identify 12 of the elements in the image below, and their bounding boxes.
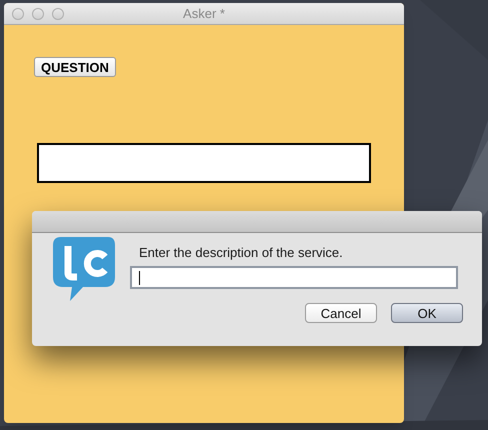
- answer-field[interactable]: [37, 143, 371, 183]
- window-control-icon[interactable]: [32, 8, 44, 20]
- window-control-icon[interactable]: [52, 8, 64, 20]
- dialog-message: Enter the description of the service.: [139, 245, 344, 261]
- window-control-icon[interactable]: [12, 8, 24, 20]
- question-button[interactable]: QUESTION: [34, 57, 116, 77]
- dialog-button[interactable]: Cancel: [305, 303, 377, 323]
- dialog-button[interactable]: OK: [391, 303, 463, 323]
- app-logo-icon: [53, 237, 116, 302]
- text-cursor-icon: [139, 270, 140, 284]
- description-field[interactable]: [130, 266, 458, 289]
- window-title: Asker *: [183, 4, 225, 23]
